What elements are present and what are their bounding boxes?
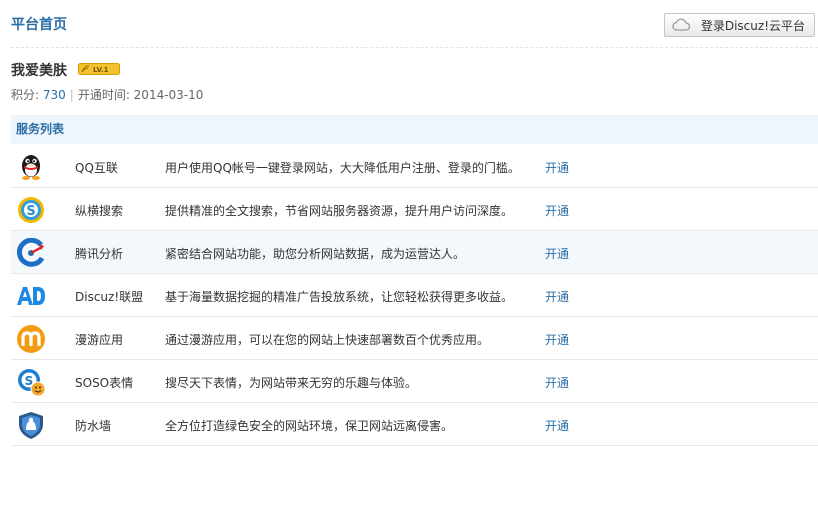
- open-time-label: 开通时间:: [77, 88, 134, 102]
- service-desc: 用户使用QQ帐号一键登录网站，大大降低用户注册、登录的门槛。: [165, 161, 520, 175]
- soso-emoticon-icon: S: [18, 369, 46, 397]
- site-name: 我爱美肤: [11, 63, 67, 79]
- service-desc: 全方位打造绿色安全的网站环境，保卫网站远离侵害。: [165, 419, 454, 433]
- service-desc: 通过漫游应用，可以在您的网站上快速部署数百个优秀应用。: [165, 333, 490, 347]
- meta-separator: |: [69, 88, 74, 102]
- points-label: 积分:: [11, 88, 43, 102]
- login-cloud-button[interactable]: 登录Discuz!云平台: [664, 13, 815, 37]
- service-desc: 搜尽天下表情，为网站带来无穷的乐趣与体验。: [165, 376, 418, 390]
- svg-text:S: S: [26, 204, 35, 219]
- service-name: 纵横搜索: [75, 204, 124, 218]
- login-cloud-label: 登录Discuz!云平台: [700, 18, 805, 33]
- service-row-firewall: 防水墙 全方位打造绿色安全的网站环境，保卫网站远离侵害。 开通: [11, 403, 818, 446]
- level-badge-text: LV.1: [93, 66, 109, 74]
- divider: [11, 47, 818, 48]
- service-desc: 基于海量数据挖掘的精准广告投放系统，让您轻松获得更多收益。: [165, 290, 514, 304]
- level-badge-icon: LV.1: [78, 63, 120, 75]
- activate-link-firewall[interactable]: 开通: [545, 417, 569, 434]
- activate-link-union[interactable]: 开通: [545, 288, 569, 305]
- page-title: 平台首页: [11, 17, 67, 33]
- service-name: 防水墙: [75, 419, 112, 433]
- qq-penguin-icon: [22, 155, 40, 180]
- service-list-header: 服务列表: [11, 115, 818, 144]
- service-row-union: Discuz!联盟 基于海量数据挖掘的精准广告投放系统，让您轻松获得更多收益。 …: [11, 274, 818, 317]
- service-row-analytics: 腾讯分析 紧密结合网站功能，助您分析网站数据，成为运营达人。 开通: [11, 231, 818, 274]
- service-list: QQ互联 用户使用QQ帐号一键登录网站，大大降低用户注册、登录的门槛。 开通 S…: [11, 145, 818, 446]
- open-time-value: 2014-03-10: [133, 88, 204, 102]
- service-name: QQ互联: [75, 161, 118, 175]
- cloud-icon: [672, 18, 691, 31]
- points-value: 730: [42, 88, 66, 102]
- service-name: 漫游应用: [75, 333, 124, 347]
- service-row-search: S 纵横搜索 提供精准的全文搜索，节省网站服务器资源，提升用户访问深度。 开通: [11, 188, 818, 231]
- service-desc: 紧密结合网站功能，助您分析网站数据，成为运营达人。: [165, 247, 466, 261]
- service-name: SOSO表情: [75, 376, 134, 390]
- activate-link-analytics[interactable]: 开通: [545, 245, 569, 262]
- service-desc: 提供精准的全文搜索，节省网站服务器资源，提升用户访问深度。: [165, 204, 514, 218]
- activate-link-qq-connect[interactable]: 开通: [545, 159, 569, 176]
- service-name: 腾讯分析: [75, 247, 124, 261]
- tencent-analytics-icon: [16, 238, 45, 267]
- site-meta: 积分: 730 | 开通时间: 2014-03-10: [11, 86, 203, 103]
- ad-union-icon: [17, 287, 45, 305]
- activate-link-emoticons[interactable]: 开通: [545, 374, 569, 391]
- firewall-shield-icon: [19, 412, 43, 439]
- service-row-emoticons: S SOSO表情 搜尽天下表情，为网站带来无穷的乐趣与体验。 开通: [11, 360, 818, 403]
- soso-search-icon: S: [18, 197, 44, 223]
- activate-link-search[interactable]: 开通: [545, 202, 569, 219]
- activate-link-manyou[interactable]: 开通: [545, 331, 569, 348]
- manyou-icon: [17, 325, 45, 353]
- service-row-manyou: 漫游应用 通过漫游应用，可以在您的网站上快速部署数百个优秀应用。 开通: [11, 317, 818, 360]
- service-row-qq-connect: QQ互联 用户使用QQ帐号一键登录网站，大大降低用户注册、登录的门槛。 开通: [11, 145, 818, 188]
- service-name: Discuz!联盟: [75, 290, 144, 304]
